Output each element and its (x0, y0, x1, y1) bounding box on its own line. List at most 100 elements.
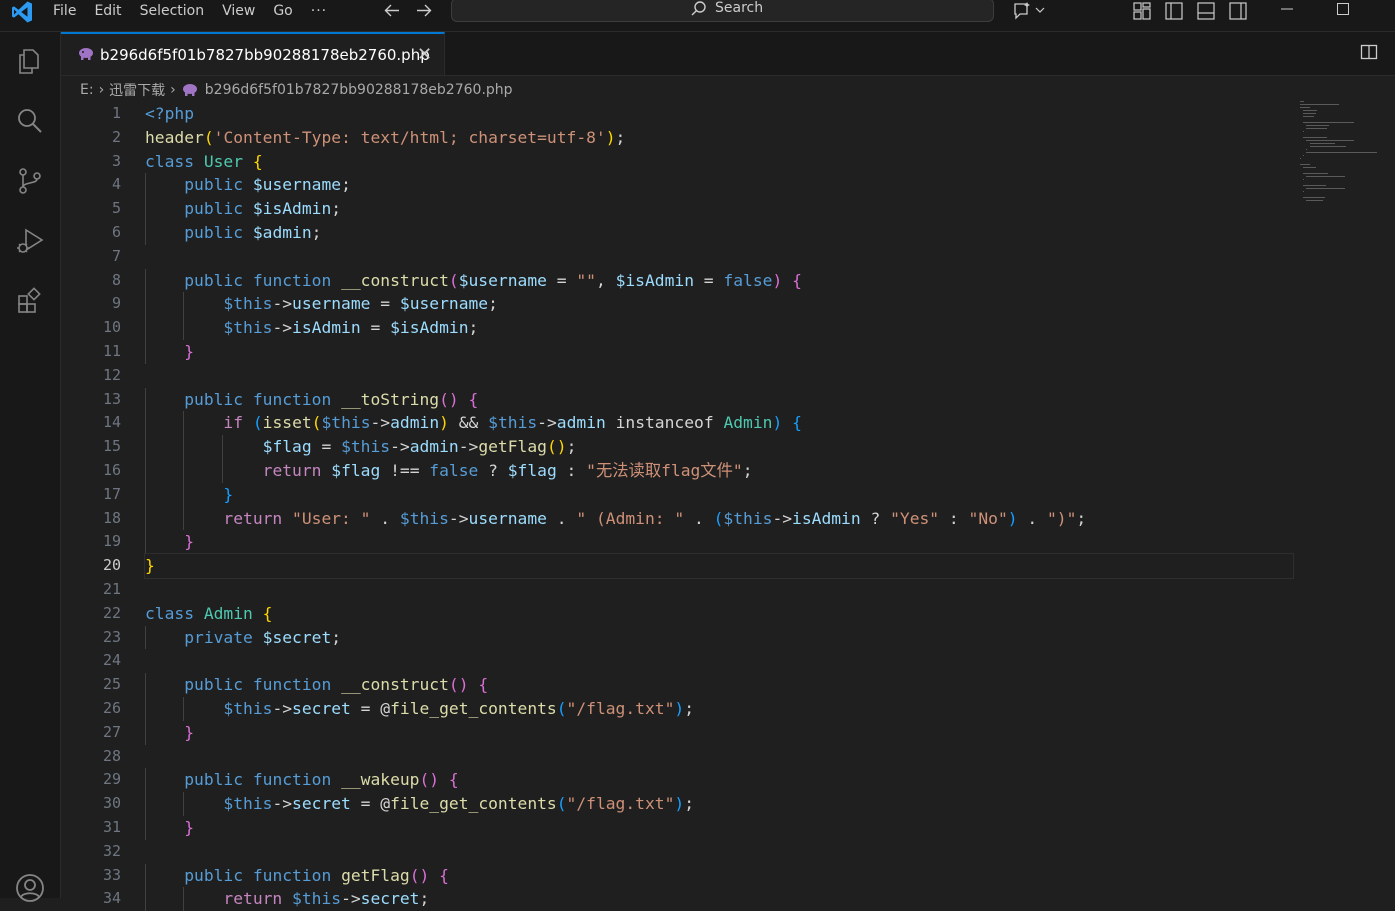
line-number: 3 (111, 151, 121, 170)
minimap-line (1303, 110, 1317, 111)
code-token: } (184, 817, 195, 837)
code-area[interactable]: <?php header('Content-Type: text/html; ch… (144, 102, 1295, 911)
indent-guide (145, 197, 146, 221)
code-token: : (939, 508, 969, 528)
run-debug-icon[interactable] (14, 225, 46, 257)
toggle-secondary-sidebar-icon[interactable] (1227, 0, 1249, 22)
line-number: 22 (102, 603, 121, 622)
explorer-icon[interactable] (14, 45, 46, 77)
tab-active-file[interactable]: b296d6f5f01b7827bb90288178eb2760.php ✕ (61, 32, 445, 75)
toggle-panel-icon[interactable] (1195, 0, 1217, 22)
minimap-line (1306, 188, 1345, 189)
customize-layout-icon[interactable] (1131, 0, 1153, 22)
indent-guide (145, 316, 146, 340)
command-center-search[interactable]: Search (451, 0, 994, 22)
breadcrumb: E: › 迅雷下载 › b296d6f5f01b7827bb90288178eb… (80, 79, 513, 101)
minimize-icon[interactable] (1272, 0, 1302, 22)
code-token: { (468, 389, 479, 409)
code-token: -> (341, 889, 361, 909)
code-token: public function (184, 770, 342, 790)
copilot-chat-icon[interactable] (1011, 0, 1051, 22)
code-line: header('Content-Type: text/html; charset… (145, 126, 1295, 150)
code-token: if (223, 413, 244, 433)
menu-go[interactable]: Go (264, 0, 301, 24)
code-token: "No" (968, 508, 1008, 528)
line-number: 4 (111, 175, 121, 194)
code-token: public function (184, 865, 342, 885)
code-token: . (1017, 508, 1047, 528)
menu-more[interactable]: ··· (302, 0, 336, 24)
line-number: 33 (102, 865, 121, 884)
menu-file[interactable]: File (44, 0, 85, 24)
forward-arrow-icon[interactable] (413, 0, 435, 22)
code-editor[interactable]: 1 2 3 4 5 6 7 8 9 10 11 12 13 14 15 16 17 18 19 20 21 22 23 24 2… (61, 101, 1395, 911)
minimap[interactable] (1300, 101, 1395, 221)
menu-selection[interactable]: Selection (131, 0, 214, 24)
back-arrow-icon[interactable] (381, 0, 403, 22)
split-editor-icon[interactable] (1359, 42, 1379, 62)
breadcrumb-folder[interactable]: 迅雷下载 (109, 80, 165, 100)
breadcrumb-file[interactable]: b296d6f5f01b7827bb90288178eb2760.php (205, 82, 513, 98)
accounts-icon[interactable] (14, 872, 46, 904)
minimap-line (1303, 167, 1316, 168)
code-token: isAdmin (792, 508, 861, 528)
code-token: "User: " (292, 508, 371, 528)
code-token: $this (223, 294, 273, 314)
code-token: $secret (262, 627, 332, 647)
code-token: false (723, 270, 773, 290)
menu-edit[interactable]: Edit (85, 0, 130, 24)
toggle-primary-sidebar-icon[interactable] (1163, 0, 1185, 22)
code-token: class (145, 151, 204, 171)
code-token: $this (399, 508, 449, 528)
minimap-line (1300, 107, 1310, 108)
minimap-line (1309, 143, 1336, 144)
code-line: } (145, 720, 1295, 745)
code-token: getFlag (341, 865, 410, 885)
code-token: $this (488, 413, 538, 433)
extensions-icon[interactable] (14, 285, 46, 317)
minimap-line (1303, 197, 1325, 198)
code-line: public $admin; (145, 220, 1295, 245)
code-token: $admin (252, 222, 312, 242)
code-token: public (184, 199, 253, 219)
code-token: -> (390, 437, 410, 457)
code-token: $username (458, 270, 547, 290)
code-token: ) (605, 127, 616, 147)
code-token: ? (478, 460, 508, 480)
indent-guide (145, 792, 146, 816)
code-token: secret (360, 889, 420, 909)
code-token: $this (723, 508, 773, 528)
code-token: __toString (341, 389, 440, 409)
menu-view[interactable]: View (213, 0, 264, 24)
code-token: $this (341, 437, 391, 457)
code-token: { (448, 770, 459, 790)
code-token: && (448, 413, 489, 433)
minimap-line (1303, 116, 1315, 117)
code-line: return "User: " . $this->username . " (A… (145, 506, 1295, 531)
source-control-icon[interactable] (14, 165, 46, 197)
minimap-line (1300, 164, 1311, 165)
code-token: -> (448, 508, 469, 528)
code-token: { (792, 413, 802, 433)
indent-guide (145, 220, 146, 245)
code-token: file_get_contents (390, 794, 557, 814)
indent-guide (145, 625, 146, 650)
code-token: -> (272, 794, 293, 814)
indent-guide (145, 173, 146, 198)
tab-close-icon[interactable]: ✕ (417, 44, 432, 65)
search-icon[interactable] (14, 105, 46, 137)
breadcrumb-drive[interactable]: E: (80, 82, 94, 98)
code-line: return $flag !== false ? $flag : "无法读取fl… (145, 458, 1295, 483)
maximize-icon[interactable] (1328, 0, 1358, 22)
code-token: -> (458, 437, 479, 457)
code-token: $isAdmin (615, 270, 694, 290)
php-elephant-icon (79, 48, 93, 60)
code-line: public $isAdmin; (145, 197, 1295, 221)
line-number: 10 (102, 318, 121, 337)
